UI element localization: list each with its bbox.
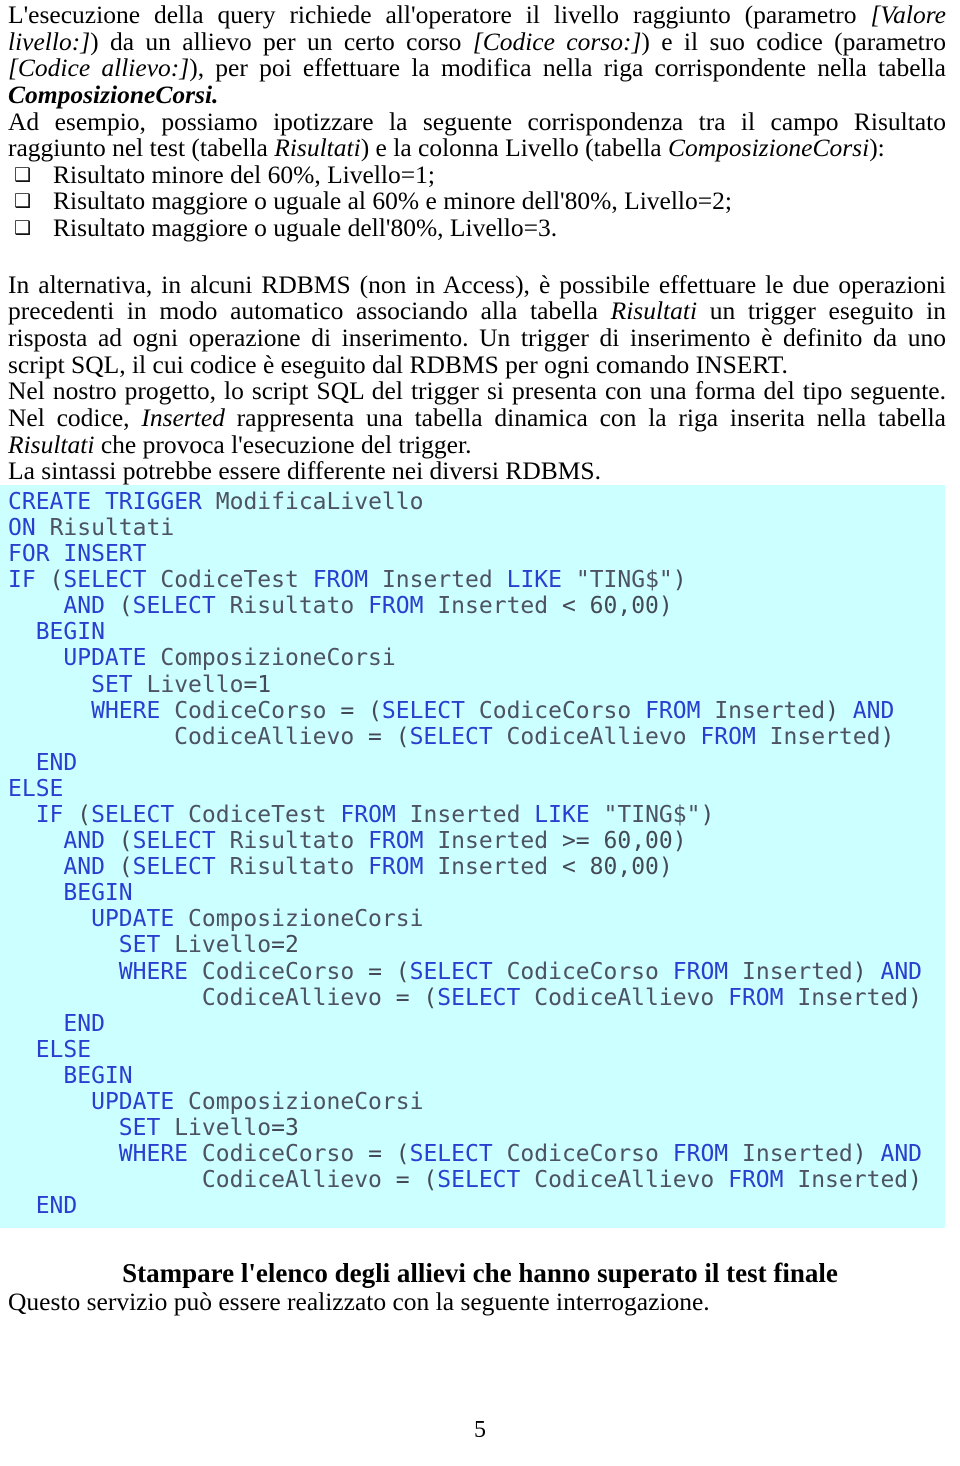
list-item-label: Risultato maggiore o uguale dell'80%, Li… <box>53 213 558 243</box>
list-item: ❑ Risultato minore del 60%, Livello=1; <box>8 159 946 189</box>
livello-mapping-list: ❑ Risultato minore del 60%, Livello=1; ❑ R… <box>0 159 960 243</box>
paragraph-syntax-note: La sintassi potrebbe essere differente n… <box>8 456 601 486</box>
text-run: L'esecuzione della query richiede all'op… <box>8 0 871 29</box>
list-item: ❑ Risultato maggiore o uguale al 60% e mi… <box>8 188 946 215</box>
italic-table-composizionecorsi: ComposizioneCorsi. <box>8 79 219 109</box>
square-bullet-icon: ❑ <box>14 163 32 186</box>
italic-table-composizionecorsi: ComposizioneCorsi <box>667 133 870 163</box>
italic-table-inserted: Inserted <box>141 402 225 432</box>
text-run: rappresenta una tabella dinamica con la … <box>224 402 947 432</box>
list-item-label: Risultato minore del 60%, Livello=1; <box>53 159 435 189</box>
italic-param-codice-corso: [Codice corso:] <box>472 26 642 56</box>
text-run: ) e il suo codice (parametro <box>641 26 947 56</box>
section-note: Questo servizio può essere realizzato co… <box>8 1286 710 1316</box>
text-run: ) da un allievo per un certo corso <box>90 26 473 56</box>
paragraph-project-note: Nel nostro progetto, lo script SQL del t… <box>0 378 960 458</box>
italic-table-risultati: Risultati <box>274 133 361 163</box>
paragraph-example-intro: Ad esempio, possiamo ipotizzare la segue… <box>0 108 960 163</box>
document-page: L'esecuzione della query richiede all'op… <box>0 0 960 1466</box>
sql-code-block: CREATE TRIGGER ModificaLivello ON Risult… <box>0 484 945 1228</box>
italic-table-risultati: Risultati <box>8 429 95 459</box>
list-item-label: Risultato maggiore o uguale al 60% e min… <box>53 186 732 216</box>
page-number: 5 <box>474 1417 486 1443</box>
list-item: ❑ Risultato maggiore o uguale dell'80%, L… <box>8 213 946 243</box>
text-run: ), per poi effettuare la modifica nella … <box>189 53 947 83</box>
paragraph-intro: L'esecuzione della query richiede all'op… <box>0 0 960 109</box>
square-bullet-icon: ❑ <box>14 217 32 240</box>
text-run: che provoca l'esecuzione del trigger. <box>94 429 472 459</box>
italic-param-codice-allievo: [Codice allievo:] <box>8 53 190 83</box>
text-run: ): <box>869 133 885 163</box>
square-bullet-icon: ❑ <box>14 190 32 213</box>
paragraph-alternative: In alternativa, in alcuni RDBMS (non in … <box>0 271 960 379</box>
sql-code-text: CREATE TRIGGER ModificaLivello ON Risult… <box>8 488 923 1220</box>
text-run: ) e la colonna Livello (tabella <box>360 133 668 163</box>
page-title: Stampare l'elenco degli allievi che hann… <box>122 1257 838 1288</box>
italic-table-risultati: Risultati <box>610 296 698 326</box>
